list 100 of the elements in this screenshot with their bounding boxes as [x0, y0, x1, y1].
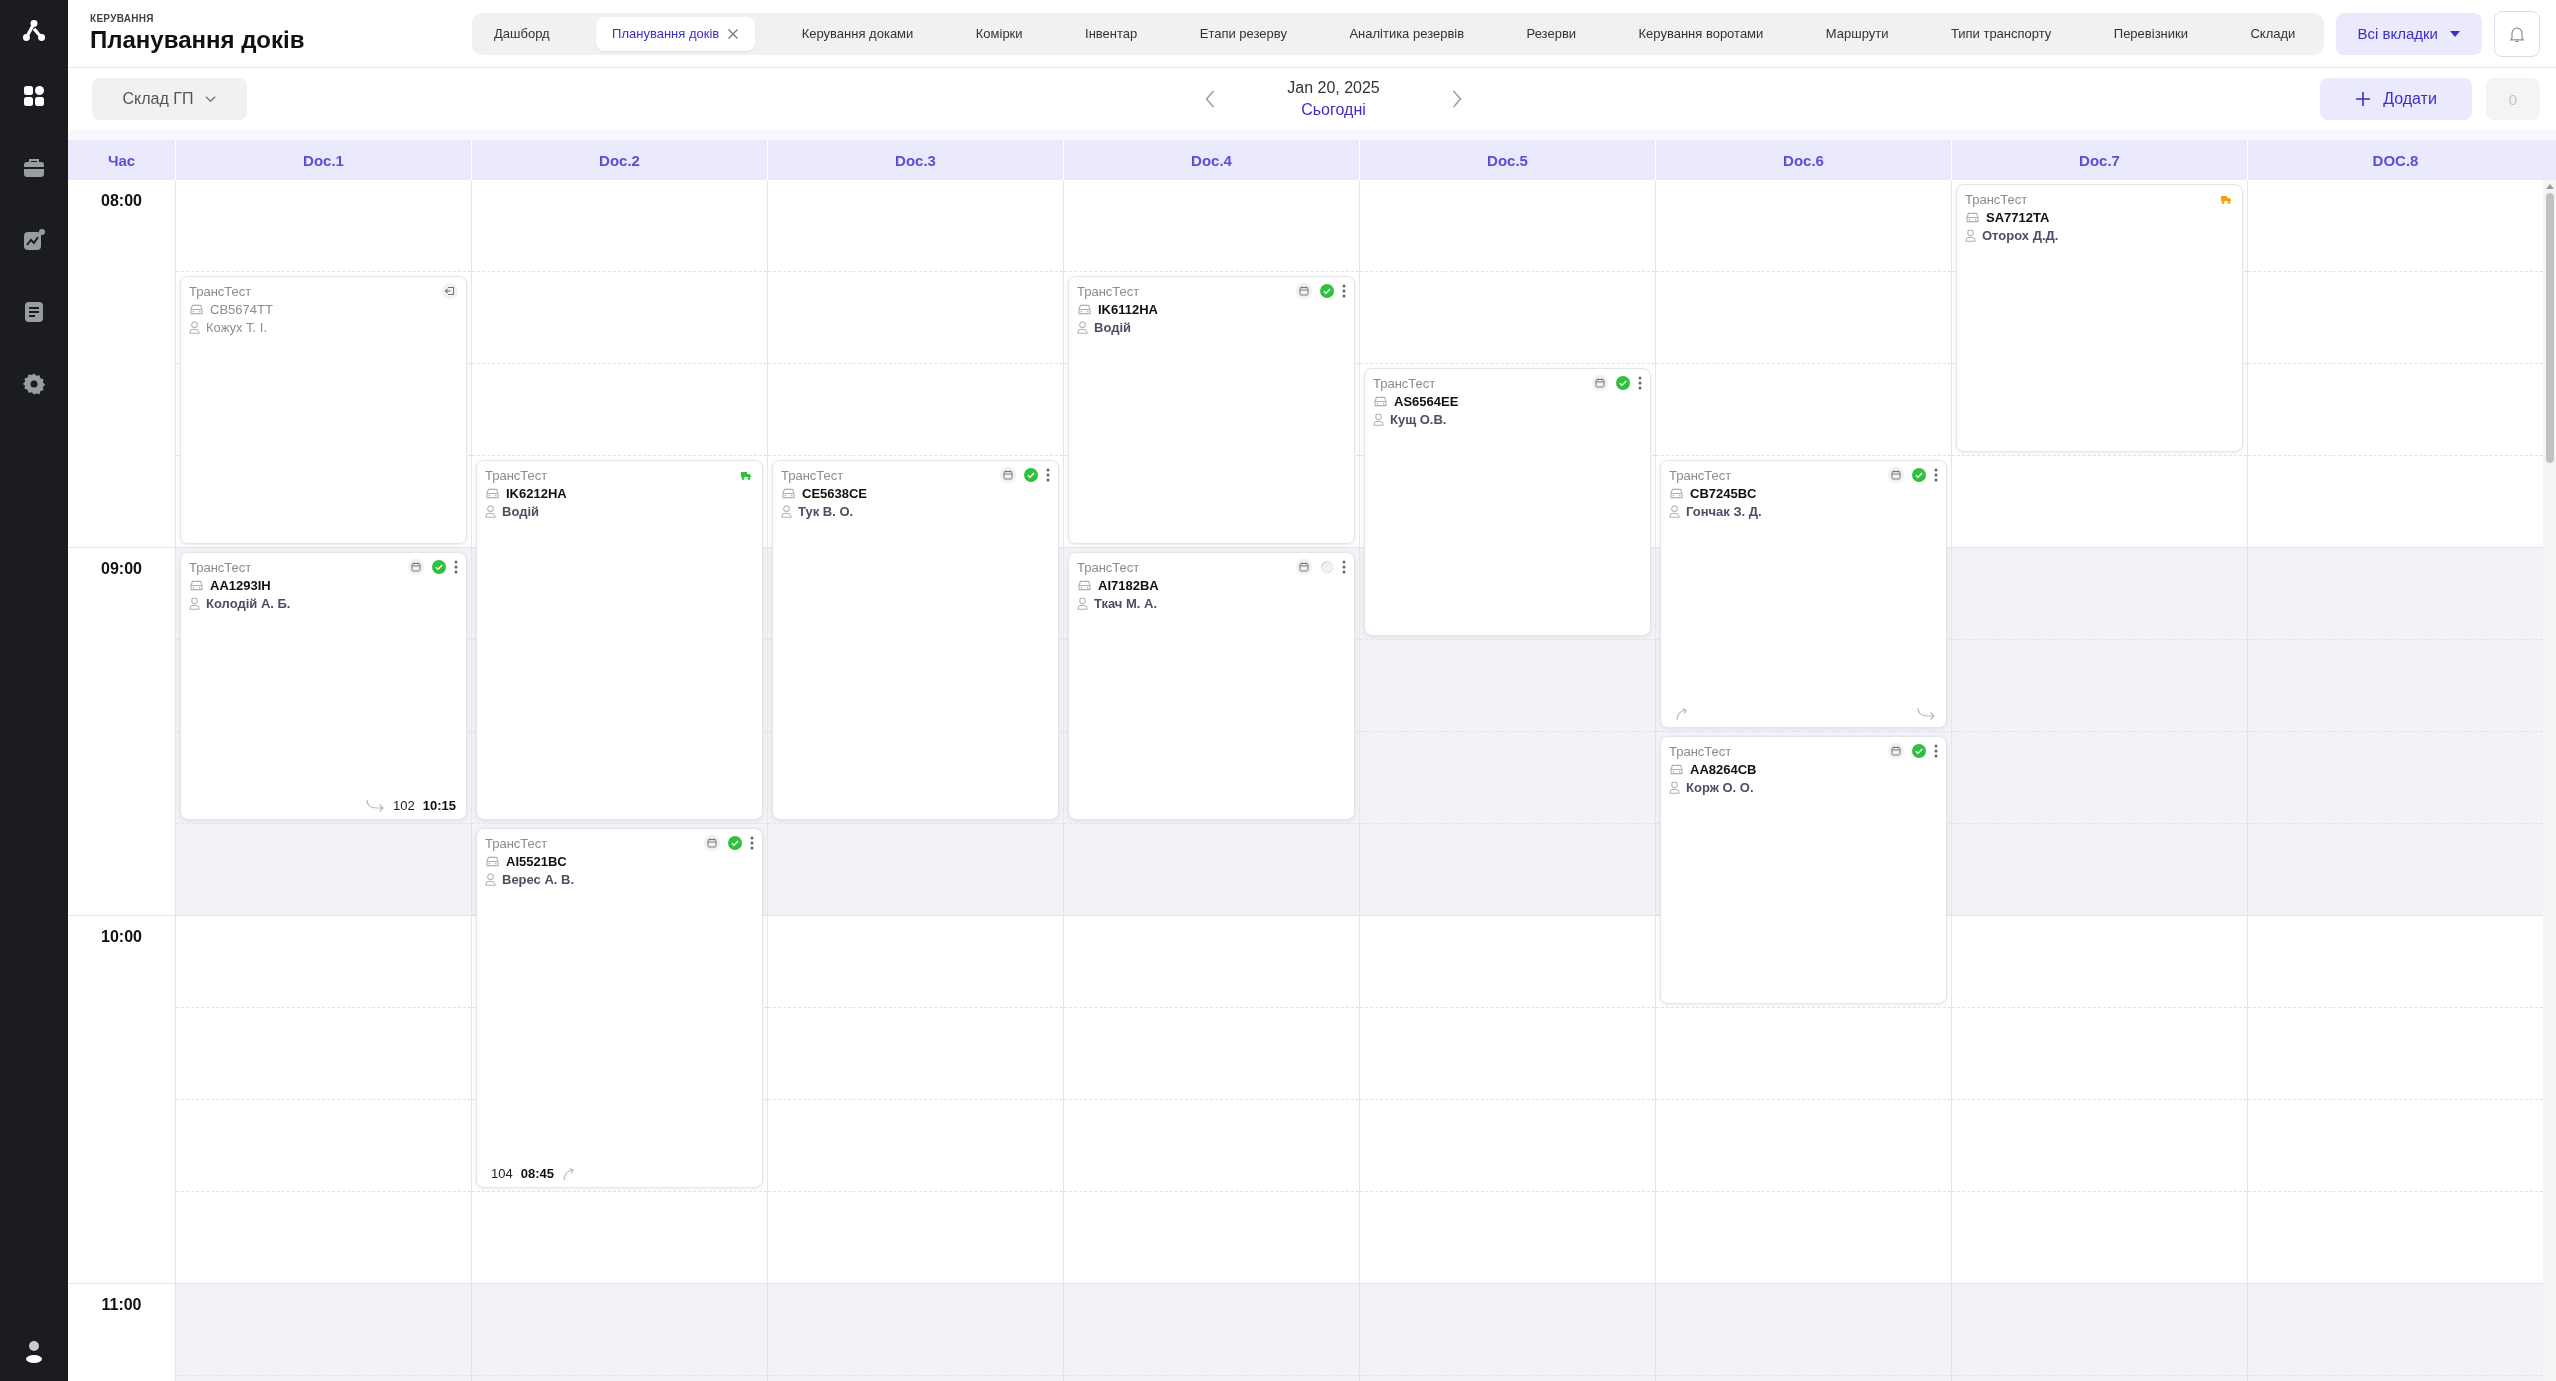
tab[interactable]: Керування воротами	[1622, 16, 1780, 51]
more-icon[interactable]	[454, 560, 458, 574]
person-icon	[1077, 321, 1088, 334]
close-icon[interactable]	[727, 27, 740, 40]
column-header: Doc.7	[1951, 140, 2247, 180]
booking-card[interactable]: ТрансТест IK6112HA Водій	[1068, 276, 1355, 544]
logo-icon[interactable]	[21, 18, 47, 44]
gate-number: 102	[393, 798, 415, 813]
person-icon	[1669, 781, 1680, 794]
tab[interactable]: Маршрути	[1809, 16, 1905, 51]
booking-card[interactable]: ТрансТест SA7712TA Оторох Д.Д.	[1956, 184, 2243, 452]
briefcase-icon[interactable]	[22, 156, 46, 180]
driver-name: Оторох Д.Д.	[1982, 228, 2059, 243]
more-icon[interactable]	[1934, 468, 1938, 482]
calendar-icon[interactable]	[1888, 467, 1904, 483]
booking-card[interactable]: ТрансТест AI5521BC Верес А. В. 104 08:45	[476, 828, 763, 1188]
column-header: Doc.5	[1359, 140, 1655, 180]
hour-label: 08:00	[101, 192, 142, 211]
return-arrow-icon	[365, 798, 386, 813]
tab[interactable]: Склади	[2234, 16, 2312, 51]
carrier-name: ТрансТест	[189, 559, 252, 575]
car-icon	[1965, 212, 1980, 223]
scroll-up-icon[interactable]	[2545, 184, 2554, 189]
calendar-icon[interactable]	[408, 559, 424, 575]
document-icon[interactable]	[22, 300, 46, 324]
tab[interactable]: Інвентар	[1069, 16, 1154, 51]
carrier-name: ТрансТест	[1965, 191, 2028, 207]
booking-card[interactable]: ТрансТест IK6212HA Водій	[476, 460, 763, 820]
driver-name: Ткач М. А.	[1094, 596, 1158, 611]
booking-card[interactable]: ТрансТест CB5674TT Кожух Т. І.	[180, 276, 467, 544]
plate-number: CB5674TT	[210, 302, 273, 317]
scrollbar-thumb[interactable]	[2545, 193, 2554, 463]
all-tabs-button[interactable]: Всі вкладки	[2335, 12, 2482, 55]
calendar-icon[interactable]	[1296, 559, 1312, 575]
previous-icon[interactable]	[1205, 90, 1216, 108]
plate-number: CE5638CE	[802, 486, 868, 501]
column-header: Час	[106, 150, 137, 171]
calendar-icon[interactable]	[1296, 283, 1312, 299]
carrier-name: ТрансТест	[1669, 467, 1732, 483]
settings-icon[interactable]	[22, 372, 46, 396]
booking-card[interactable]: ТрансТест AA8264CB Корж О. О.	[1660, 736, 1947, 1004]
hour-label: 11:00	[101, 1296, 142, 1315]
booking-card[interactable]: ТрансТест AS6564EE Кущ О.В.	[1364, 368, 1651, 636]
tab[interactable]: Планування доків	[596, 16, 756, 51]
plate-number: SA7712TA	[1986, 210, 2050, 225]
time-label: 10:15	[422, 798, 456, 813]
column-header: Doc.6	[1655, 140, 1951, 180]
more-icon[interactable]	[1638, 376, 1642, 390]
column-header: Doc.2	[471, 140, 767, 180]
calendar-icon[interactable]	[1000, 467, 1016, 483]
booking-card[interactable]: ТрансТест CB7245BC Гончак З. Д.	[1660, 460, 1947, 728]
tab[interactable]: Керування доками	[785, 16, 930, 51]
today-link[interactable]: Сьогодні	[1301, 101, 1366, 119]
car-icon	[1077, 304, 1092, 315]
driver-name: Верес А. В.	[502, 872, 575, 887]
exit-icon	[442, 283, 458, 299]
person-icon	[1373, 413, 1384, 426]
plate-number: AI5521BC	[506, 854, 567, 869]
carrier-name: ТрансТест	[1077, 283, 1140, 299]
tab[interactable]: Етапи резерву	[1183, 16, 1303, 51]
more-icon[interactable]	[1934, 744, 1938, 758]
more-icon[interactable]	[1046, 468, 1050, 482]
booking-card[interactable]: ТрансТест CE5638CE Тук В. О.	[772, 460, 1059, 820]
driver-name: Корж О. О.	[1686, 780, 1754, 795]
person-icon	[485, 505, 496, 518]
tab[interactable]: Комірки	[959, 16, 1039, 51]
hour-label: 09:00	[101, 560, 142, 579]
calendar-icon[interactable]	[1888, 743, 1904, 759]
more-icon[interactable]	[750, 836, 754, 850]
tab[interactable]: Типи транспорту	[1934, 16, 2068, 51]
booking-card[interactable]: ТрансТест AI7182BA Ткач М. А.	[1068, 552, 1355, 820]
section-label: КЕРУВАННЯ	[90, 13, 155, 24]
add-button[interactable]: Додати	[2320, 78, 2472, 120]
column-header: DOC.8	[2247, 140, 2543, 180]
calendar-icon[interactable]	[704, 835, 720, 851]
caret-icon	[2450, 30, 2460, 37]
plate-number: IK6112HA	[1098, 302, 1158, 317]
scrollbar[interactable]	[2543, 180, 2556, 1381]
time-label: 08:45	[520, 1166, 554, 1181]
driver-name: Колодій А. Б.	[206, 596, 291, 611]
more-icon[interactable]	[1342, 560, 1346, 574]
next-icon[interactable]	[1451, 90, 1462, 108]
driver-name: Тук В. О.	[798, 504, 854, 519]
plate-number: IK6212HA	[506, 486, 567, 501]
booking-card[interactable]: ТрансТест AA1293IH Колодій А. Б. 102 10:15	[180, 552, 467, 820]
tab[interactable]: Резерви	[1510, 16, 1593, 51]
carrier-name: ТрансТест	[1077, 559, 1140, 575]
carrier-name: ТрансТест	[485, 467, 548, 483]
tab[interactable]: Перевізники	[2097, 16, 2204, 51]
tab[interactable]: Аналітика резервів	[1333, 16, 1481, 51]
return-arrow-icon	[1916, 707, 1936, 721]
more-icon[interactable]	[1342, 284, 1346, 298]
tab[interactable]: Дашборд	[478, 16, 566, 51]
chart-icon[interactable]	[22, 228, 46, 252]
column-header: Doc.3	[767, 140, 1063, 180]
carrier-name: ТрансТест	[1373, 375, 1436, 391]
apps-icon[interactable]	[22, 84, 46, 108]
warehouse-dropdown[interactable]: Склад ГП	[92, 78, 247, 120]
driver-name: Водій	[502, 504, 539, 519]
calendar-icon[interactable]	[1592, 375, 1608, 391]
